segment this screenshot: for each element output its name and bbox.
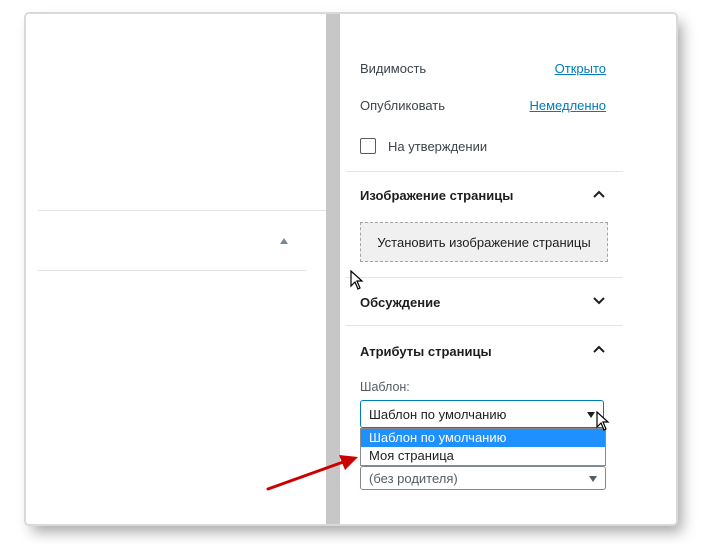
set-featured-image-button[interactable]: Установить изображение страницы xyxy=(360,222,608,262)
template-select-value: Шаблон по умолчанию xyxy=(369,406,507,422)
pending-review-checkbox[interactable] xyxy=(360,138,376,154)
mouse-cursor-icon xyxy=(350,270,364,290)
panel-separator xyxy=(346,277,623,278)
divider-line xyxy=(38,270,306,271)
chevron-up-icon[interactable] xyxy=(592,187,606,201)
publish-label: Опубликовать xyxy=(360,97,446,113)
page-attributes-panel-title[interactable]: Атрибуты страницы xyxy=(360,344,492,359)
visibility-link[interactable]: Открыто xyxy=(555,61,606,76)
pending-review-checkbox-row[interactable]: На утверждении xyxy=(360,138,487,154)
template-select[interactable]: Шаблон по умолчанию xyxy=(360,400,604,428)
publish-date-link[interactable]: Немедленно xyxy=(530,98,607,113)
dropdown-arrow-icon xyxy=(589,476,597,482)
collapse-triangle-icon[interactable] xyxy=(280,238,288,244)
chevron-up-icon[interactable] xyxy=(592,342,606,356)
visibility-label: Видимость xyxy=(360,60,427,76)
template-option-default[interactable]: Шаблон по умолчанию xyxy=(361,429,605,447)
template-option-my-page[interactable]: Моя страница xyxy=(361,447,605,465)
discussion-panel-title[interactable]: Обсуждение xyxy=(360,295,440,310)
panel-separator xyxy=(346,325,623,326)
chevron-down-icon[interactable] xyxy=(592,294,606,308)
settings-sidebar: Видимость Открыто Опубликовать Немедленн… xyxy=(340,14,676,524)
parent-page-select[interactable]: (без родителя) xyxy=(360,466,606,490)
divider-line xyxy=(38,210,326,211)
panel-separator xyxy=(346,171,623,172)
editor-window: Видимость Открыто Опубликовать Немедленн… xyxy=(26,14,676,524)
editor-canvas xyxy=(26,14,326,524)
template-label: Шаблон: xyxy=(360,380,410,394)
mouse-cursor-icon xyxy=(596,411,610,431)
template-dropdown-list: Шаблон по умолчанию Моя страница xyxy=(360,428,606,466)
featured-image-panel-title[interactable]: Изображение страницы xyxy=(360,188,513,203)
dropdown-arrow-icon xyxy=(587,412,595,418)
pending-review-label: На утверждении xyxy=(388,138,488,154)
sidebar-resize-bar[interactable] xyxy=(326,14,340,524)
publish-row: Опубликовать Немедленно xyxy=(360,95,606,115)
parent-select-value: (без родителя) xyxy=(369,470,458,486)
visibility-row: Видимость Открыто xyxy=(360,58,606,78)
